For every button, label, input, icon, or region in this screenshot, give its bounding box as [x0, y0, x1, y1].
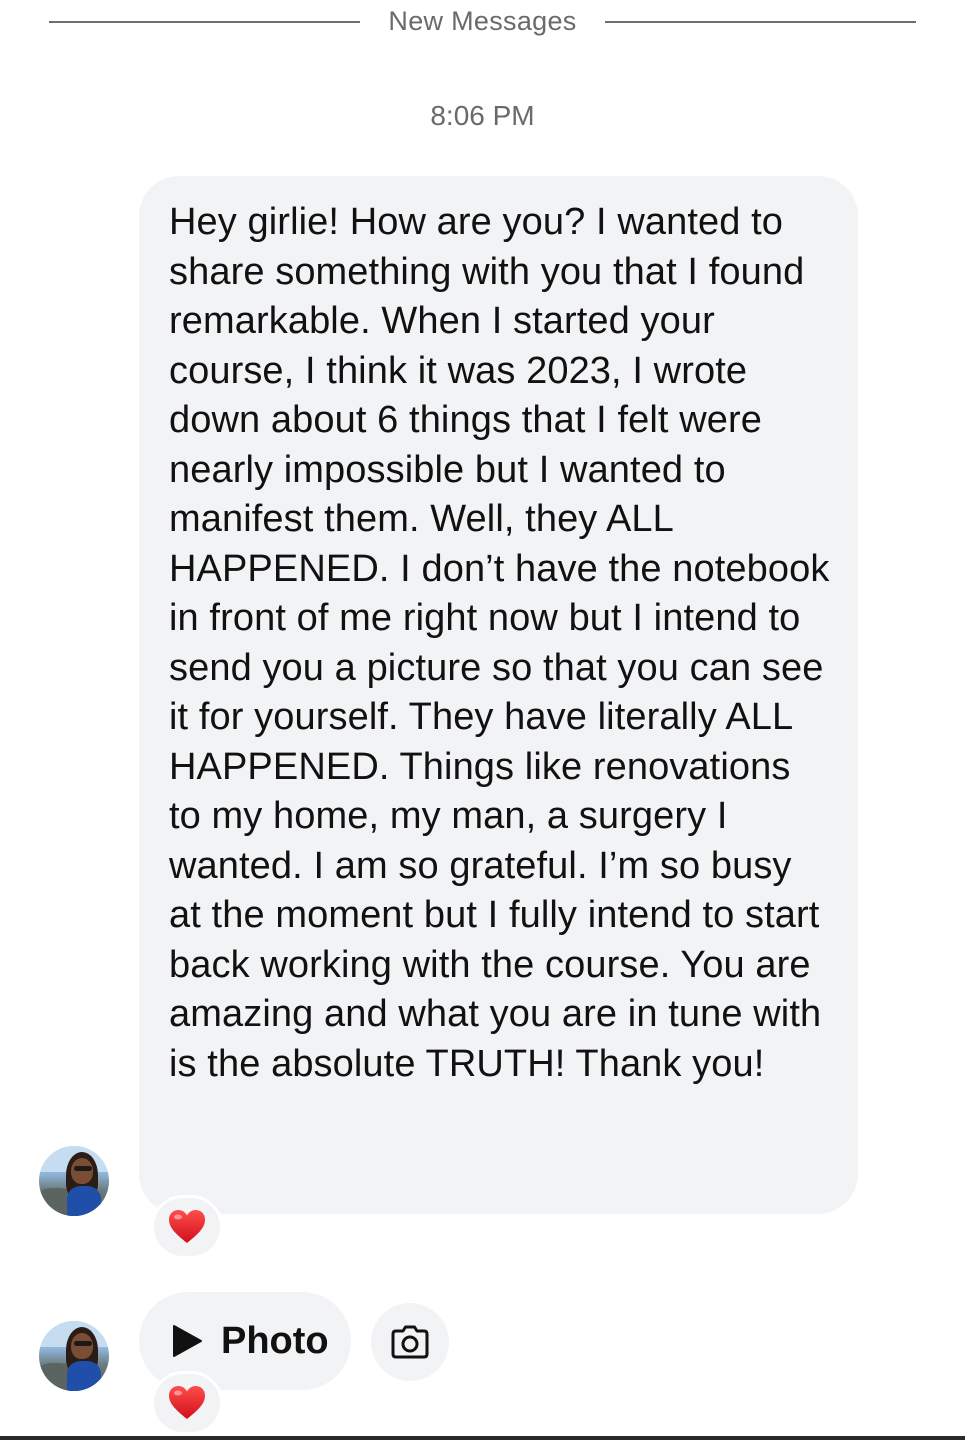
sender-avatar[interactable] — [39, 1146, 109, 1216]
heart-icon — [169, 1210, 205, 1243]
divider-line-left — [49, 21, 360, 23]
photo-label: Photo — [221, 1319, 329, 1362]
message-bubble[interactable]: Hey girlie! How are you? I wanted to sha… — [139, 176, 858, 1214]
new-messages-divider: New Messages — [0, 0, 965, 46]
message-timestamp: 8:06 PM — [430, 100, 535, 131]
message-text: Hey girlie! How are you? I wanted to sha… — [169, 201, 830, 1085]
camera-icon — [391, 1325, 429, 1359]
message-reaction[interactable] — [151, 1195, 223, 1259]
heart-icon — [169, 1386, 205, 1419]
screen-bottom-edge — [0, 1436, 965, 1440]
new-messages-label: New Messages — [388, 6, 577, 36]
photo-reaction[interactable] — [151, 1371, 223, 1435]
play-icon — [173, 1325, 202, 1357]
sender-avatar-2[interactable] — [39, 1321, 109, 1391]
camera-button[interactable] — [371, 1303, 449, 1381]
divider-line-right — [605, 21, 916, 23]
